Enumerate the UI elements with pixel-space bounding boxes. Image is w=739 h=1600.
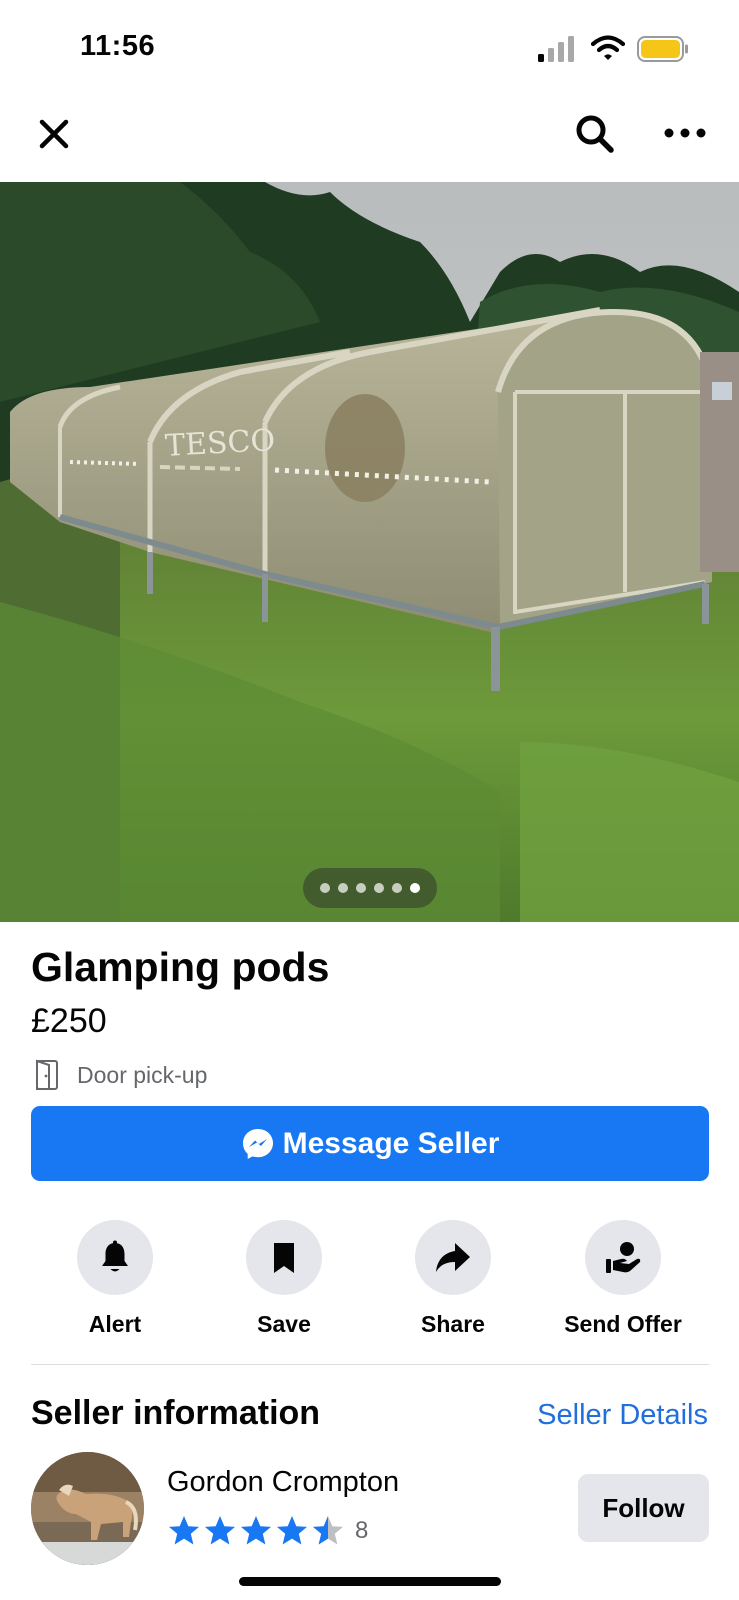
seller-details-link[interactable]: Seller Details <box>537 1399 708 1432</box>
send-offer-button[interactable] <box>585 1220 661 1295</box>
section-divider <box>31 1364 709 1365</box>
alert-label: Alert <box>88 1311 142 1337</box>
carousel-dot[interactable] <box>392 883 402 893</box>
status-time: 11:56 <box>80 30 156 62</box>
review-count[interactable]: 8 <box>355 1517 368 1545</box>
follow-button[interactable]: Follow <box>578 1474 709 1542</box>
save-button[interactable] <box>246 1220 322 1295</box>
pickup-row: Door pick-up <box>31 1058 207 1092</box>
star-full-icon <box>277 1516 307 1545</box>
message-seller-label: Message Seller <box>282 1126 500 1160</box>
pickup-text: Door pick-up <box>77 1061 208 1088</box>
seller-avatar[interactable] <box>31 1452 144 1565</box>
save-label: Save <box>257 1311 311 1337</box>
send-offer-label: Send Offer <box>564 1311 682 1337</box>
seller-name[interactable]: Gordon Crompton <box>167 1466 399 1499</box>
messenger-icon <box>242 1128 273 1159</box>
share-button[interactable] <box>415 1220 491 1295</box>
carousel-dot[interactable] <box>356 883 366 893</box>
bell-icon <box>102 1240 128 1271</box>
carousel-dot[interactable] <box>374 883 384 893</box>
search-icon[interactable] <box>573 112 617 156</box>
top-nav <box>0 100 739 182</box>
offer-hand-icon <box>606 1241 641 1273</box>
more-options-icon[interactable] <box>662 118 708 148</box>
home-indicator <box>239 1577 501 1586</box>
carousel-dot[interactable] <box>320 883 330 893</box>
alert-button[interactable] <box>77 1220 153 1295</box>
cellular-signal-icon <box>538 36 574 62</box>
listing-photo[interactable]: TESCO <box>0 182 739 922</box>
carousel-dot-active[interactable] <box>410 883 420 893</box>
carousel-dot[interactable] <box>338 883 348 893</box>
follow-label: Follow <box>602 1492 685 1523</box>
share-action[interactable]: Share <box>378 1220 528 1338</box>
star-full-icon <box>205 1516 235 1545</box>
close-icon[interactable] <box>34 114 74 154</box>
photo-carousel-indicator[interactable] <box>303 868 437 908</box>
seller-info-heading: Seller information <box>31 1394 321 1432</box>
bookmark-icon <box>274 1242 294 1273</box>
message-seller-button[interactable]: Message Seller <box>31 1106 709 1181</box>
status-bar: 11:56 <box>0 0 739 100</box>
share-arrow-icon <box>436 1242 470 1272</box>
seller-rating: 8 <box>167 1514 368 1548</box>
door-icon <box>36 1059 58 1090</box>
star-full-icon <box>241 1516 271 1545</box>
listing-title: Glamping pods <box>31 944 330 990</box>
battery-icon <box>637 36 688 62</box>
listing-price: £250 <box>31 1002 107 1040</box>
star-half-icon <box>313 1516 343 1545</box>
alert-action[interactable]: Alert <box>40 1220 190 1338</box>
wifi-icon <box>591 35 625 60</box>
save-action[interactable]: Save <box>209 1220 359 1338</box>
action-row: Alert Save Share Send Offer <box>0 1220 739 1338</box>
star-full-icon <box>169 1516 199 1545</box>
share-label: Share <box>421 1311 485 1337</box>
tesco-wordmark: TESCO <box>164 423 276 464</box>
send-offer-action[interactable]: Send Offer <box>548 1220 698 1338</box>
